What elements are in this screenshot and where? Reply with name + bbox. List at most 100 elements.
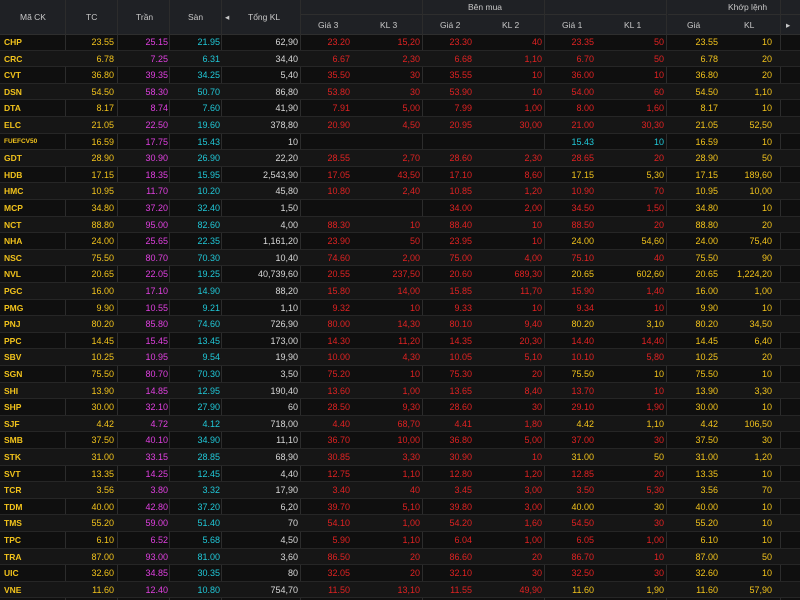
- table-row[interactable]: ELC 21.05 22.50 19.60 378,80 20.90 4,50 20.95 30…: [0, 117, 800, 134]
- symbol-cell[interactable]: UIC: [4, 565, 64, 581]
- symbol-cell[interactable]: SGN: [4, 366, 64, 382]
- symbol-cell[interactable]: MCP: [4, 200, 64, 216]
- buy-price-2-cell: 75.30: [449, 369, 472, 379]
- table-row[interactable]: SJF 4.42 4.72 4.12 718,00 4.40 68,70 4.41 1,80 4.…: [0, 415, 800, 433]
- symbol-cell[interactable]: TPC: [4, 532, 64, 548]
- buy-price-1-cell: 32.50: [571, 568, 594, 579]
- header-buy-vol-3[interactable]: KL 3: [380, 20, 397, 30]
- table-row[interactable]: CVT 36.80 39.35 34.25 5,40 35.50 30 35.55 10 36.0…: [0, 67, 800, 84]
- symbol-cell[interactable]: CRC: [4, 51, 64, 67]
- table-row[interactable]: VNE 11.60 12.40 10.80 754,70 11.50 13,10 11.55 4…: [0, 581, 800, 599]
- symbol-cell[interactable]: ELC: [4, 117, 64, 133]
- match-vol-cell: 50: [761, 551, 772, 562]
- table-row[interactable]: CRC 6.78 7.25 6.31 34,40 6.67 2,30 6.68 1,10 6.70…: [0, 50, 800, 68]
- table-row[interactable]: PNJ 80.20 85.80 74.60 726,90 80.00 14,30 80.10 9…: [0, 316, 800, 333]
- table-row[interactable]: TMS 55.20 59.00 51.40 70 54.10 1,00 54.20 1,60 54…: [0, 515, 800, 532]
- symbol-cell[interactable]: VNE: [4, 582, 64, 598]
- table-row[interactable]: SGN 75.50 80.70 70.30 3,50 75.20 10 75.30 20 75.5…: [0, 366, 800, 383]
- symbol-cell[interactable]: SBV: [4, 349, 64, 365]
- symbol-cell[interactable]: SVT: [4, 466, 64, 482]
- table-row[interactable]: DSN 54.50 58.30 50.70 86,80 53.80 30 53.90 10 54.…: [0, 83, 800, 101]
- header-floor[interactable]: Sàn: [188, 12, 203, 22]
- symbol-cell[interactable]: FUEFCV50: [4, 134, 64, 150]
- table-row[interactable]: HMC 10.95 11.70 10.20 45,80 10.80 2,40 10.85 1,2…: [0, 183, 800, 200]
- symbol-cell[interactable]: SJF: [4, 416, 64, 432]
- symbol-cell[interactable]: PNJ: [4, 316, 64, 332]
- table-row[interactable]: TPC 6.10 6.52 5.68 4,50 5.90 1,10 6.04 1,00 6.05 1…: [0, 532, 800, 549]
- symbol-cell[interactable]: NCT: [4, 217, 64, 233]
- header-ref[interactable]: TC: [86, 12, 97, 22]
- symbol-cell[interactable]: SHP: [4, 399, 64, 415]
- header-symbol[interactable]: Mã CK: [20, 12, 46, 22]
- symbol-cell[interactable]: CHP: [4, 34, 64, 50]
- header-buy-price-2[interactable]: Giá 2: [440, 20, 460, 30]
- header-match-volume[interactable]: KL: [744, 20, 754, 30]
- table-row[interactable]: HDB 17.15 18.35 15.95 2,543,90 17.05 43,50 17.1…: [0, 167, 800, 184]
- table-row[interactable]: NCT 88.80 95.00 82.60 4,00 88.30 10 88.40 10 88.5…: [0, 216, 800, 234]
- scroll-left-icon[interactable]: ◂: [225, 12, 229, 22]
- symbol-cell[interactable]: STK: [4, 449, 64, 465]
- table-row[interactable]: SVT 13.35 14.25 12.45 4,40 12.75 1,10 12.80 1,20…: [0, 466, 800, 483]
- symbol-cell[interactable]: NVL: [4, 266, 64, 282]
- header-buy-vol-2[interactable]: KL 2: [502, 20, 519, 30]
- table-row[interactable]: PGC 16.00 17.10 14.90 88,20 15.80 14,00 15.85 11…: [0, 283, 800, 300]
- buy-price-1-cell: 10.10: [571, 352, 594, 363]
- symbol-cell[interactable]: PPC: [4, 333, 64, 349]
- buy-price-2-cell: 30.90: [449, 452, 472, 462]
- table-row[interactable]: SHP 30.00 32.10 27.90 60 28.50 9,30 28.60 30 29.1…: [0, 399, 800, 416]
- symbol-cell[interactable]: DTA: [4, 100, 64, 116]
- header-total-volume[interactable]: Tổng KL: [248, 12, 280, 22]
- table-row[interactable]: STK 31.00 33.15 28.85 68,90 30.85 3,30 30.90 10 3…: [0, 449, 800, 466]
- table-row[interactable]: TCR 3.56 3.80 3.32 17,90 3.40 40 3.45 3,00 3.50 5,…: [0, 482, 800, 499]
- ceiling-price-cell: 11.70: [146, 186, 168, 197]
- symbol-cell[interactable]: CVT: [4, 67, 64, 83]
- table-row[interactable]: PMG 9.90 10.55 9.21 1,10 9.32 10 9.33 10 9.34 10 9.…: [0, 300, 800, 317]
- symbol-cell[interactable]: DSN: [4, 84, 64, 100]
- buy-price-1-cell: 23.35: [571, 37, 594, 47]
- symbol-cell[interactable]: NHA: [4, 233, 64, 249]
- scroll-right-icon[interactable]: ▸: [786, 20, 790, 30]
- header-buy-price-1[interactable]: Giá 1: [562, 20, 582, 30]
- match-price-cell: 20.65: [695, 269, 718, 280]
- ceiling-price-cell: 40.10: [145, 435, 168, 446]
- buy-price-3-cell: 30.85: [327, 452, 350, 462]
- symbol-cell[interactable]: PMG: [4, 300, 64, 316]
- symbol-cell[interactable]: HMC: [4, 183, 64, 199]
- table-row[interactable]: DTA 8.17 8.74 7.60 41,90 7.91 5,00 7.99 1,00 8.00…: [0, 100, 800, 117]
- table-row[interactable]: SMB 37.50 40.10 34.90 11,10 36.70 10,00 36.80 5,…: [0, 432, 800, 449]
- buy-price-2-cell: 34.00: [449, 203, 472, 213]
- table-row[interactable]: FUEFCV50 16.59 17.75 15.43 10 15.43 10 16.59 10: [0, 134, 800, 151]
- table-row[interactable]: MCP 34.80 37.20 32.40 1,50 34.00 2,00 34.50 1,50…: [0, 200, 800, 217]
- symbol-cell[interactable]: TCR: [4, 482, 64, 498]
- table-row[interactable]: NHA 24.00 25.65 22.35 1,161,20 23.90 50 23.95 10…: [0, 233, 800, 250]
- buy-vol-1-cell: 50: [653, 53, 664, 64]
- table-row[interactable]: CHP 23.55 25.15 21.95 62,90 23.20 15,20 23.30 40…: [0, 34, 800, 51]
- buy-price-1-cell: 54.00: [571, 86, 594, 97]
- table-row[interactable]: UIC 32.60 34.85 30.35 80 32.05 20 32.10 30 32.50 3…: [0, 565, 800, 582]
- table-row[interactable]: TDM 40.00 42.80 37.20 6,20 39.70 5,10 39.80 3,00…: [0, 499, 800, 516]
- header-match-price[interactable]: Giá: [687, 20, 700, 30]
- header-buy-vol-1[interactable]: KL 1: [624, 20, 641, 30]
- table-row[interactable]: SBV 10.25 10.95 9.54 19,90 10.00 4,30 10.05 5,10…: [0, 349, 800, 366]
- table-row[interactable]: SHI 13.90 14.85 12.95 190,40 13.60 1,00 13.65 8,…: [0, 382, 800, 400]
- symbol-cell[interactable]: TRA: [4, 549, 64, 565]
- symbol-cell[interactable]: PGC: [4, 283, 64, 299]
- symbol-cell[interactable]: TMS: [4, 515, 64, 531]
- buy-price-1-cell: 17.15: [571, 169, 594, 180]
- header-ceiling[interactable]: Trần: [136, 12, 153, 22]
- buy-price-1-cell: 9.34: [576, 302, 594, 313]
- symbol-cell[interactable]: NSC: [4, 250, 64, 266]
- table-row[interactable]: TRA 87.00 93.00 81.00 3,60 86.50 20 86.60 20 86.7…: [0, 548, 800, 566]
- symbol-cell[interactable]: HDB: [4, 167, 64, 183]
- buy-vol-2-cell: 1,00: [524, 535, 542, 545]
- table-row[interactable]: PPC 14.45 15.45 13.45 173,00 14.30 11,20 14.35 2…: [0, 333, 800, 350]
- table-row[interactable]: NSC 75.50 80.70 70.30 10,40 74.60 2,00 75.00 4,0…: [0, 249, 800, 267]
- symbol-cell[interactable]: TDM: [4, 499, 64, 515]
- header-buy-price-3[interactable]: Giá 3: [318, 20, 338, 30]
- symbol-cell[interactable]: SMB: [4, 432, 64, 448]
- table-row[interactable]: GDT 28.90 30.90 26.90 22,20 28.55 2,70 28.60 2,3…: [0, 150, 800, 167]
- symbol-cell[interactable]: SHI: [4, 383, 64, 399]
- ceiling-price-cell: 58.30: [145, 86, 168, 97]
- table-row[interactable]: NVL 20.65 22.05 19.25 40,739,60 20.55 237,50 20…: [0, 266, 800, 283]
- symbol-cell[interactable]: GDT: [4, 150, 64, 166]
